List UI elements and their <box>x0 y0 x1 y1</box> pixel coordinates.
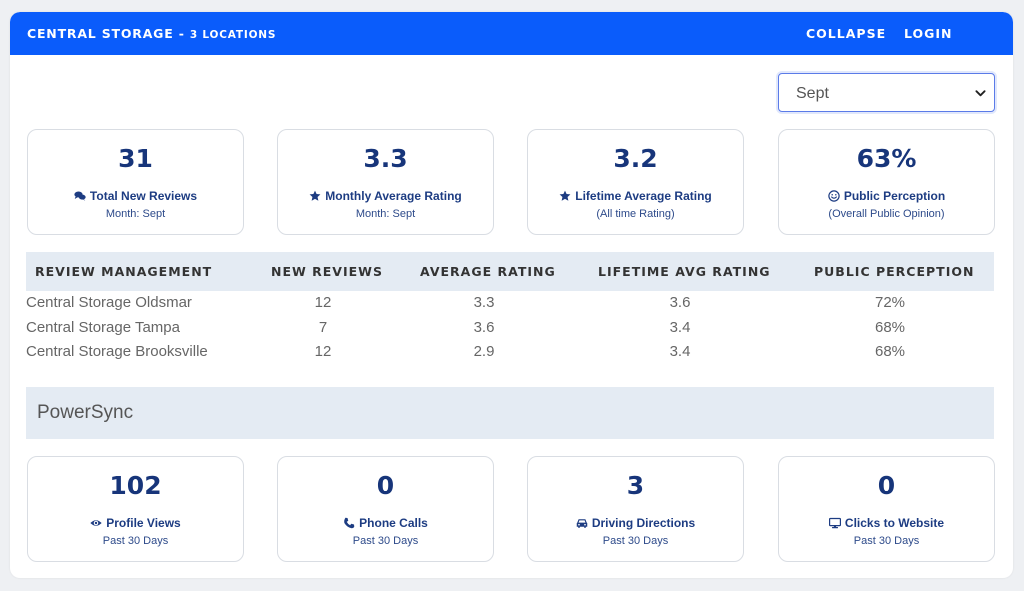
card-subtext: Past 30 Days <box>102 535 169 547</box>
location-name: Central Storage Oldsmar <box>26 294 192 311</box>
card-subtext: (All time Rating) <box>596 208 675 220</box>
card-label-text: Clicks to Website <box>844 516 945 530</box>
dashboard-panel: CENTRAL STORAGE - 3 LOCATIONS COLLAPSE L… <box>10 12 1013 578</box>
card-label: Phone Calls <box>278 516 493 530</box>
location-name: Central Storage Brooksville <box>26 343 208 360</box>
star-icon <box>309 190 321 201</box>
average-rating-value: 3.3 <box>473 294 495 311</box>
table-row: Central Storage Oldsmar 12 3.3 3.6 72% <box>26 291 994 315</box>
star-icon <box>559 190 571 201</box>
card-label: Profile Views <box>28 516 243 530</box>
card-label-text: Phone Calls <box>359 516 428 530</box>
card-label: Driving Directions <box>528 516 743 530</box>
table-row: Central Storage Brooksville 12 2.9 3.4 6… <box>26 340 994 364</box>
brand-name: CENTRAL STORAGE <box>27 26 174 41</box>
card-value: 3.2 <box>613 144 658 173</box>
card-value: 3.3 <box>363 144 408 173</box>
column-header-review-management: REVIEW MANAGEMENT <box>35 264 213 279</box>
card-label: Monthly Average Rating <box>278 189 493 203</box>
login-button[interactable]: LOGIN <box>904 26 953 41</box>
card-label: Lifetime Average Rating <box>528 189 743 203</box>
card-value: 63% <box>856 144 917 173</box>
card-label-text: Public Perception <box>843 189 946 203</box>
card-label: Clicks to Website <box>779 516 994 530</box>
eye-icon <box>90 520 102 526</box>
location-name: Central Storage Tampa <box>26 319 180 336</box>
brand-locations: 3 LOCATIONS <box>189 29 277 41</box>
card-subtext: Month: Sept <box>105 208 166 220</box>
new-reviews-value: 7 <box>318 319 328 336</box>
summary-card-public-perception: 63% Public Perception (Overall Public Op… <box>778 129 995 235</box>
average-rating-value: 3.6 <box>473 319 495 336</box>
public-perception-value: 72% <box>874 294 906 311</box>
lifetime-rating-value: 3.6 <box>669 294 691 311</box>
month-select-value: Sept <box>796 85 829 102</box>
monitor-icon <box>828 517 841 529</box>
smile-icon <box>828 190 840 202</box>
card-label-text: Monthly Average Rating <box>325 189 462 203</box>
average-rating-value: 2.9 <box>473 343 495 360</box>
public-perception-value: 68% <box>874 343 906 360</box>
top-bar: CENTRAL STORAGE - 3 LOCATIONS COLLAPSE L… <box>10 12 1013 55</box>
month-select[interactable]: Sept <box>778 73 995 112</box>
summary-card-total-reviews: 31 Total New Reviews Month: Sept <box>27 129 244 235</box>
card-label-text: Total New Reviews <box>89 189 198 203</box>
new-reviews-value: 12 <box>314 294 332 311</box>
summary-card-lifetime-rating: 3.2 Lifetime Average Rating (All time Ra… <box>527 129 744 235</box>
column-header-lifetime-avg-rating: LIFETIME AVG RATING <box>598 264 771 279</box>
phone-icon <box>344 517 355 529</box>
collapse-button[interactable]: COLLAPSE <box>806 26 886 41</box>
powersync-card-profile-views: 102 Profile Views Past 30 Days <box>27 456 244 562</box>
public-perception-value: 68% <box>874 319 906 336</box>
lifetime-rating-value: 3.4 <box>669 319 691 336</box>
card-label: Total New Reviews <box>28 189 243 203</box>
lifetime-rating-value: 3.4 <box>669 343 691 360</box>
card-subtext: Month: Sept <box>355 208 416 220</box>
card-value: 102 <box>109 471 162 500</box>
column-header-public-perception: PUBLIC PERCEPTION <box>814 264 975 279</box>
table-row: Central Storage Tampa 7 3.6 3.4 68% <box>26 316 994 340</box>
card-subtext: Past 30 Days <box>602 535 669 547</box>
chevron-down-icon <box>975 90 986 97</box>
card-subtext: Past 30 Days <box>853 535 920 547</box>
powersync-card-phone-calls: 0 Phone Calls Past 30 Days <box>277 456 494 562</box>
comments-icon <box>74 191 86 201</box>
card-label-text: Driving Directions <box>591 516 696 530</box>
card-value: 3 <box>626 471 645 500</box>
card-label-text: Lifetime Average Rating <box>575 189 712 203</box>
new-reviews-value: 12 <box>314 343 332 360</box>
powersync-card-driving-directions: 3 Driving Directions Past 30 Days <box>527 456 744 562</box>
column-header-new-reviews: NEW REVIEWS <box>271 264 383 279</box>
section-title: PowerSync <box>37 402 134 423</box>
summary-card-monthly-rating: 3.3 Monthly Average Rating Month: Sept <box>277 129 494 235</box>
card-label-text: Profile Views <box>106 516 181 530</box>
powersync-section-header: PowerSync <box>26 387 994 439</box>
card-value: 0 <box>877 471 896 500</box>
card-label: Public Perception <box>779 189 994 203</box>
powersync-card-clicks-to-website: 0 Clicks to Website Past 30 Days <box>778 456 995 562</box>
brand-title: CENTRAL STORAGE - 3 LOCATIONS <box>27 26 276 41</box>
card-value: 0 <box>376 471 395 500</box>
card-value: 31 <box>118 144 153 173</box>
column-header-average-rating: AVERAGE RATING <box>420 264 556 279</box>
review-table-header: REVIEW MANAGEMENT NEW REVIEWS AVERAGE RA… <box>26 252 994 291</box>
card-subtext: Past 30 Days <box>352 535 419 547</box>
brand-separator: - <box>173 26 190 41</box>
car-icon <box>576 519 588 528</box>
card-subtext: (Overall Public Opinion) <box>828 208 945 220</box>
